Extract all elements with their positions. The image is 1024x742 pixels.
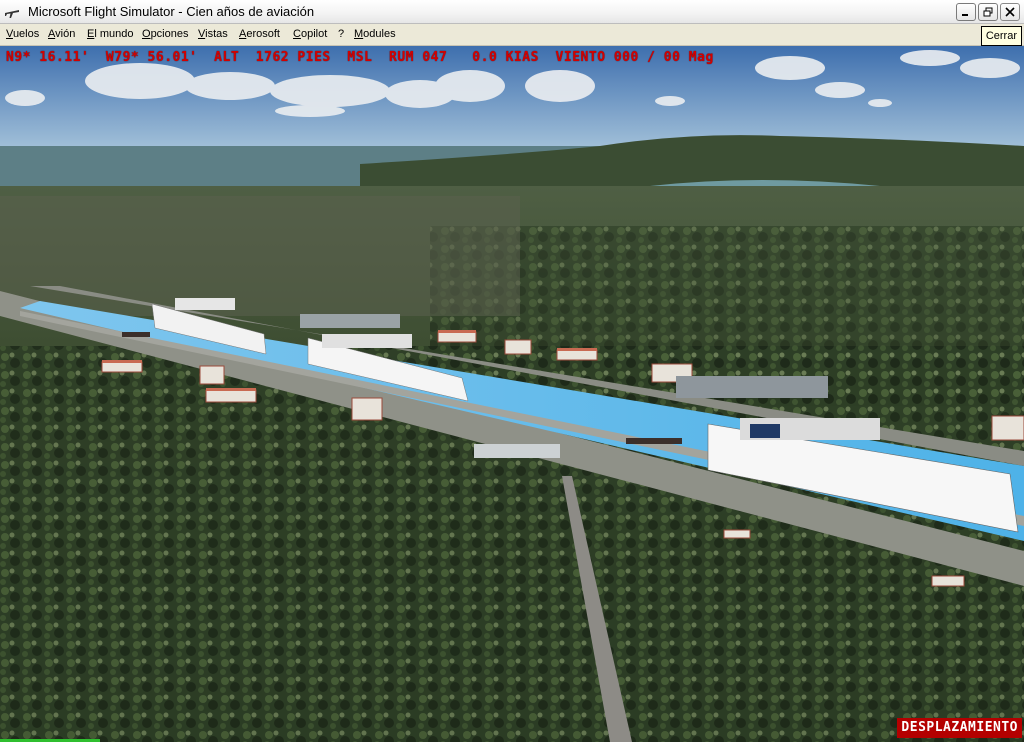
menu-aerosoft[interactable]: Aerosoft [239, 28, 280, 40]
window-title: Microsoft Flight Simulator - Cien años d… [28, 4, 315, 19]
menu-help[interactable]: ? [338, 28, 344, 40]
menu-el-mundo[interactable]: El mundo [87, 28, 133, 40]
menu-vuelos[interactable]: Vuelos [6, 28, 39, 40]
menu-avion[interactable]: Avión [48, 28, 75, 40]
restore-icon [983, 7, 993, 17]
hud-readout: N9* 16.11' W79* 56.01' ALT 1762 PIES MSL… [6, 50, 714, 65]
menu-vistas[interactable]: Vistas [198, 28, 228, 40]
close-tooltip: Cerrar [980, 26, 1022, 46]
close-icon [1005, 7, 1015, 17]
slew-mode-indicator: DESPLAZAMIENTO [897, 718, 1022, 738]
title-bar: Microsoft Flight Simulator - Cien años d… [0, 0, 1024, 24]
minimize-icon [962, 14, 968, 16]
menu-opciones[interactable]: Opciones [142, 28, 188, 40]
simulator-view[interactable] [0, 46, 1024, 742]
restore-button[interactable] [978, 3, 998, 21]
airplane-icon [5, 10, 19, 18]
close-button[interactable] [1000, 3, 1020, 21]
menu-copilot[interactable]: Copilot [293, 28, 327, 40]
minimize-button[interactable] [956, 3, 976, 21]
menu-bar: Vuelos Avión El mundo Opciones Vistas Ae… [0, 24, 1024, 46]
menu-modules[interactable]: Modules [354, 28, 396, 40]
